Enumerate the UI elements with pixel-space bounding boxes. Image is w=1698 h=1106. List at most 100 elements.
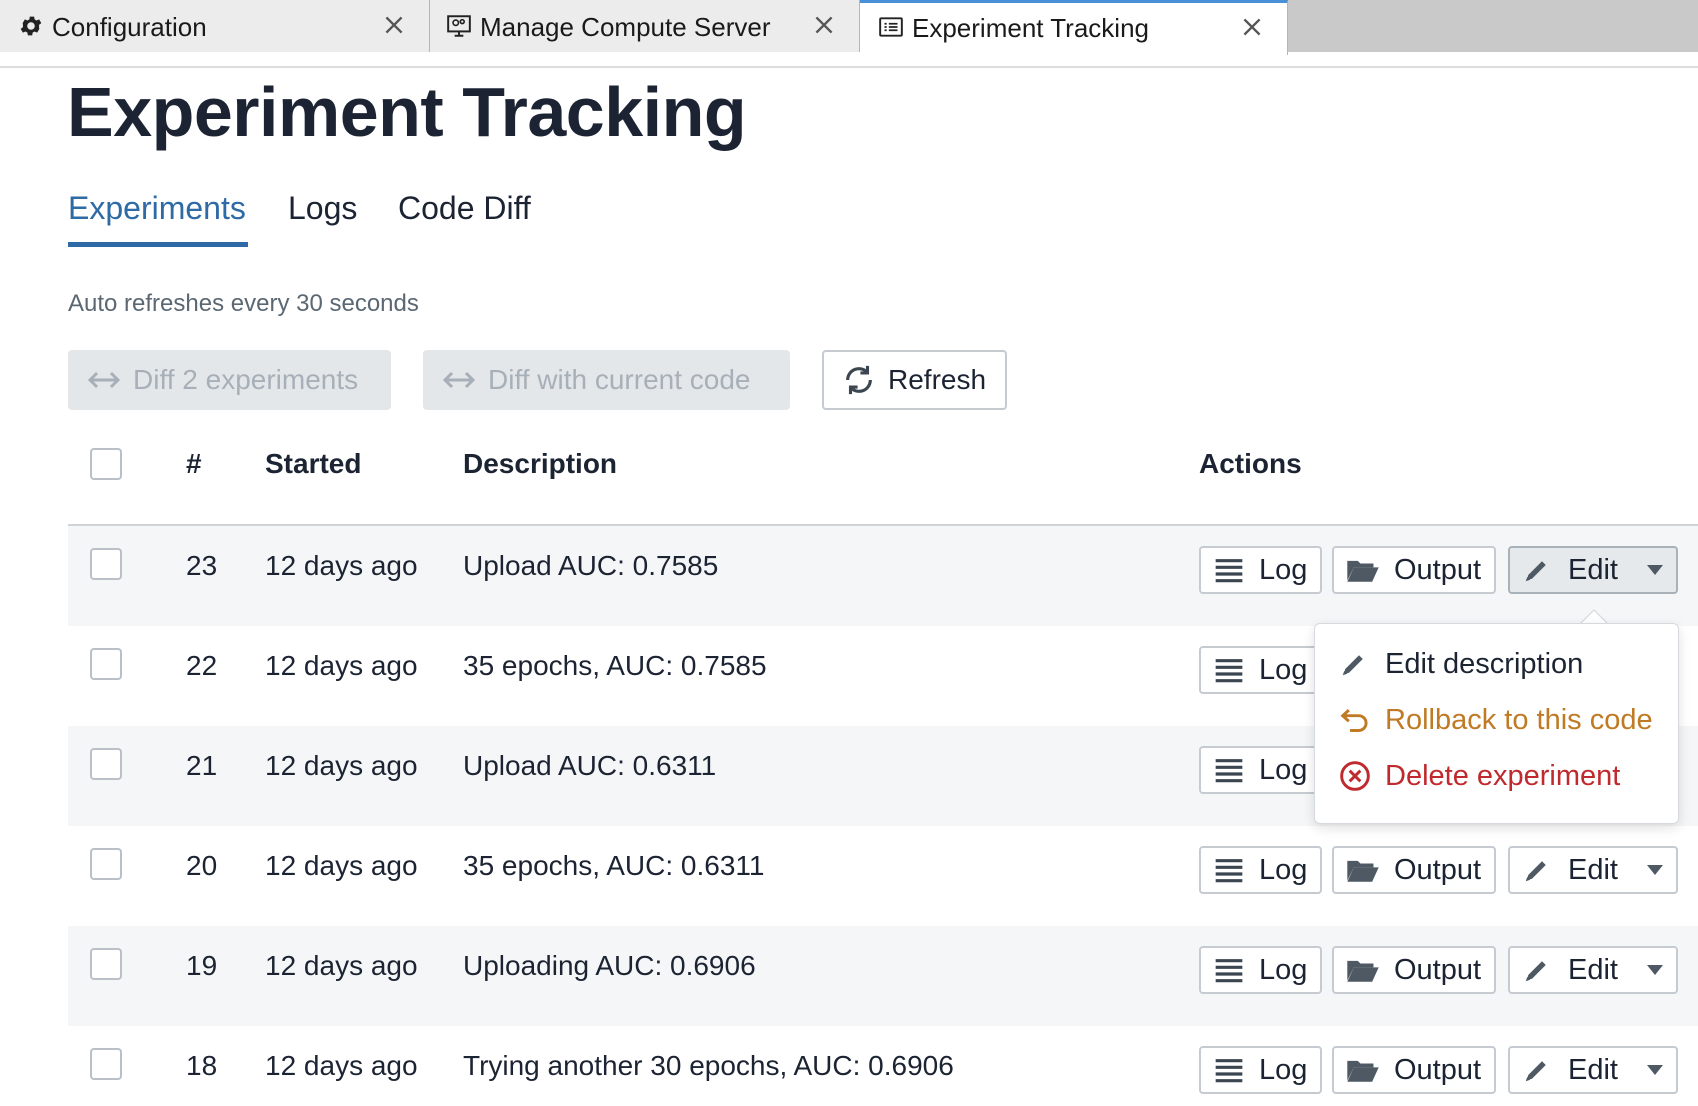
tab-configuration[interactable]: Configuration bbox=[0, 0, 430, 52]
server-monitor-icon bbox=[447, 15, 471, 37]
experiment-description: 35 epochs, AUC: 0.6311 bbox=[463, 850, 765, 881]
menu-item-rollback[interactable]: Rollback to this code bbox=[1315, 692, 1678, 748]
tab-experiments[interactable]: Experiments bbox=[68, 190, 246, 227]
diff-two-experiments-button[interactable]: Diff 2 experiments bbox=[68, 350, 391, 410]
experiment-started: 12 days ago bbox=[265, 1050, 418, 1081]
row-checkbox[interactable] bbox=[90, 648, 122, 680]
experiment-description: Uploading AUC: 0.6906 bbox=[463, 950, 756, 981]
button-label: Edit bbox=[1568, 953, 1618, 986]
log-button[interactable]: Log bbox=[1199, 646, 1322, 694]
list-lines-icon bbox=[1215, 1059, 1243, 1083]
experiment-number: 20 bbox=[186, 850, 218, 881]
active-tab-indicator bbox=[68, 242, 248, 247]
menu-item-label: Edit description bbox=[1385, 647, 1584, 680]
arrows-horizontal-icon bbox=[87, 371, 121, 389]
dropdown-caret bbox=[1580, 609, 1608, 624]
list-icon bbox=[879, 17, 903, 37]
pencil-icon bbox=[1525, 861, 1546, 882]
button-label: Edit bbox=[1568, 553, 1618, 586]
close-icon[interactable] bbox=[381, 12, 407, 38]
button-label: Output bbox=[1394, 853, 1482, 886]
log-button[interactable]: Log bbox=[1199, 746, 1322, 794]
output-button[interactable]: Output bbox=[1332, 846, 1496, 894]
button-label: Refresh bbox=[888, 364, 987, 395]
button-label: Output bbox=[1394, 953, 1482, 986]
experiment-started: 12 days ago bbox=[265, 750, 418, 781]
diff-with-current-code-button[interactable]: Diff with current code bbox=[423, 350, 790, 410]
menu-item-delete-experiment[interactable]: Delete experiment bbox=[1315, 748, 1678, 804]
button-label: Log bbox=[1259, 753, 1308, 786]
row-checkbox[interactable] bbox=[90, 948, 122, 980]
column-header-number: # bbox=[186, 448, 202, 479]
button-label: Output bbox=[1394, 553, 1482, 586]
row-checkbox[interactable] bbox=[90, 848, 122, 880]
table-row: 23 12 days ago Upload AUC: 0.7585 Log Output… bbox=[68, 526, 1698, 626]
folder-open-icon bbox=[1347, 560, 1379, 582]
button-label: Log bbox=[1259, 653, 1308, 686]
chevron-down-icon bbox=[1646, 865, 1663, 875]
pencil-icon bbox=[1525, 561, 1546, 582]
column-header-description: Description bbox=[463, 448, 618, 479]
refresh-icon bbox=[846, 365, 872, 395]
output-button[interactable]: Output bbox=[1332, 1046, 1496, 1094]
tab-label: Manage Compute Server bbox=[480, 12, 771, 42]
table-row: 18 12 days ago Trying another 30 epochs, A… bbox=[68, 1026, 1698, 1106]
experiment-started: 12 days ago bbox=[265, 850, 418, 881]
output-button[interactable]: Output bbox=[1332, 546, 1496, 594]
button-label: Edit bbox=[1568, 853, 1618, 886]
pencil-icon bbox=[1525, 961, 1546, 982]
menu-item-edit-description[interactable]: Edit description bbox=[1315, 636, 1678, 692]
experiment-number: 22 bbox=[186, 650, 218, 681]
experiment-description: 35 epochs, AUC: 0.7585 bbox=[463, 650, 767, 681]
edit-dropdown-button[interactable]: Edit bbox=[1508, 946, 1678, 994]
arrows-horizontal-icon bbox=[442, 371, 476, 389]
undo-icon bbox=[1340, 709, 1368, 732]
page-title: Experiment Tracking bbox=[67, 73, 747, 151]
tab-code-diff[interactable]: Code Diff bbox=[398, 190, 531, 227]
experiment-started: 12 days ago bbox=[265, 950, 418, 981]
column-header-actions: Actions bbox=[1199, 448, 1302, 479]
experiment-started: 12 days ago bbox=[265, 650, 418, 681]
edit-dropdown-button[interactable]: Edit bbox=[1508, 1046, 1678, 1094]
experiment-description: Upload AUC: 0.7585 bbox=[463, 550, 719, 581]
pencil-icon bbox=[1525, 1061, 1546, 1082]
log-button[interactable]: Log bbox=[1199, 546, 1322, 594]
edit-dropdown-button[interactable]: Edit bbox=[1508, 546, 1678, 594]
chevron-down-icon bbox=[1646, 1065, 1663, 1075]
refresh-button[interactable]: Refresh bbox=[822, 350, 1007, 410]
tab-logs[interactable]: Logs bbox=[288, 190, 357, 227]
menu-item-label: Delete experiment bbox=[1385, 759, 1621, 792]
tab-manage-compute-server[interactable]: Manage Compute Server bbox=[430, 0, 860, 52]
experiment-number: 23 bbox=[186, 550, 218, 581]
folder-open-icon bbox=[1347, 960, 1379, 982]
select-all-checkbox[interactable] bbox=[90, 448, 122, 480]
list-lines-icon bbox=[1215, 659, 1243, 683]
edit-dropdown-button[interactable]: Edit bbox=[1508, 846, 1678, 894]
auto-refresh-note: Auto refreshes every 30 seconds bbox=[68, 290, 419, 317]
log-button[interactable]: Log bbox=[1199, 1046, 1322, 1094]
row-checkbox[interactable] bbox=[90, 548, 122, 580]
tab-label: Configuration bbox=[52, 12, 207, 42]
log-button[interactable]: Log bbox=[1199, 946, 1322, 994]
edit-dropdown-menu: Edit description Rollback to this code D… bbox=[1314, 623, 1679, 824]
table-row: 19 12 days ago Uploading AUC: 0.6906 Log Out… bbox=[68, 926, 1698, 1026]
close-icon[interactable] bbox=[1239, 14, 1265, 40]
button-label: Log bbox=[1259, 553, 1308, 586]
tab-divider bbox=[0, 66, 1698, 68]
folder-open-icon bbox=[1347, 860, 1379, 882]
log-button[interactable]: Log bbox=[1199, 846, 1322, 894]
button-label: Diff 2 experiments bbox=[133, 364, 359, 395]
row-checkbox[interactable] bbox=[90, 748, 122, 780]
column-header-started: Started bbox=[265, 448, 362, 479]
close-icon[interactable] bbox=[811, 12, 837, 38]
button-label: Log bbox=[1259, 953, 1308, 986]
output-button[interactable]: Output bbox=[1332, 946, 1496, 994]
tab-experiment-tracking[interactable]: Experiment Tracking bbox=[860, 0, 1288, 55]
button-label: Log bbox=[1259, 853, 1308, 886]
button-label: Output bbox=[1394, 1053, 1482, 1086]
experiment-number: 19 bbox=[186, 950, 218, 981]
button-label: Log bbox=[1259, 1053, 1308, 1086]
tab-bar: Configuration Manage Compute Server Expe… bbox=[0, 0, 1698, 55]
gear-icon bbox=[20, 16, 42, 36]
row-checkbox[interactable] bbox=[90, 1048, 122, 1080]
